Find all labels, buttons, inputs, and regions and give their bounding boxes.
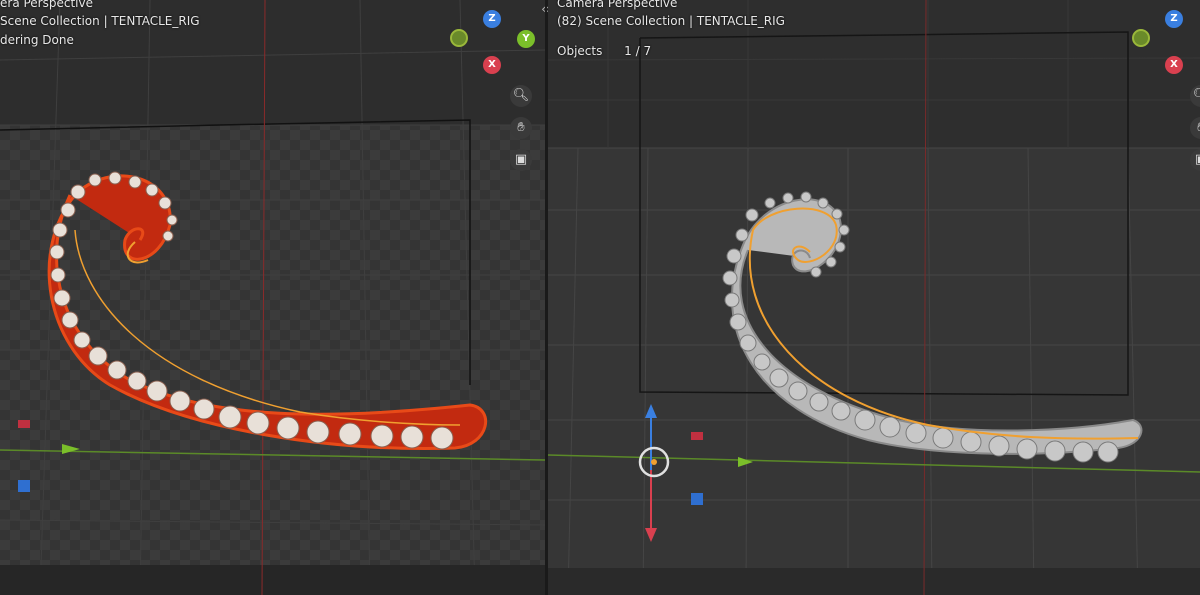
neg-y-axis-ball[interactable] [450, 29, 468, 47]
right-viewport-scene [548, 0, 1200, 595]
viewport-collection-label: Scene Collection | TENTACLE_RIG [0, 14, 200, 28]
objects-count: Objects 1 / 7 [557, 42, 651, 61]
left-viewport-scene [0, 0, 545, 595]
x-axis-ball[interactable]: X [483, 56, 501, 74]
neg-y-axis-ball[interactable] [1132, 29, 1150, 47]
camera-icon[interactable]: ▣ [510, 149, 532, 171]
objects-label: Objects [557, 44, 603, 58]
hand-pan-icon[interactable]: ✋︎ [510, 117, 532, 139]
z-axis-ball[interactable]: Z [1165, 10, 1183, 28]
z-axis-ball[interactable]: Z [483, 10, 501, 28]
left-viewport-rendered[interactable]: era Perspective Scene Collection | TENTA… [0, 0, 545, 595]
y-axis-ball[interactable]: Y [517, 30, 535, 48]
x-axis-ball[interactable]: X [1165, 56, 1183, 74]
objects-value: 1 / 7 [624, 44, 652, 58]
viewport-render-status: dering Done [0, 33, 74, 47]
zoom-icon[interactable]: 🔍︎ [510, 85, 532, 107]
viewport-collection-label: (82) Scene Collection | TENTACLE_RIG [557, 14, 785, 28]
right-viewport-solid[interactable]: Camera Perspective (82) Scene Collection… [548, 0, 1200, 595]
